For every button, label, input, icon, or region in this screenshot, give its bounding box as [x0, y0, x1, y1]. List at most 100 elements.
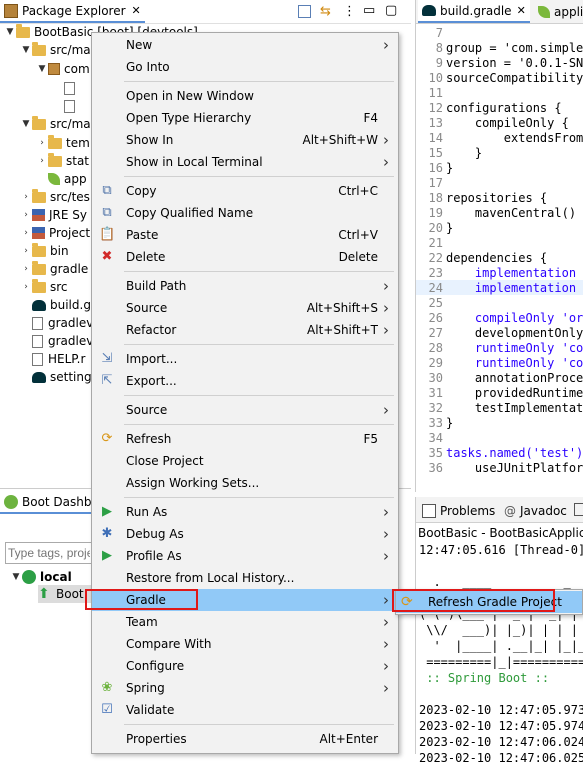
tree-item[interactable]: setting: [20, 368, 92, 386]
chevron-right-icon[interactable]: ›: [20, 228, 32, 238]
menu-item-new[interactable]: New ›: [92, 34, 398, 56]
folder-icon: [48, 152, 62, 167]
chevron-down-icon[interactable]: ▼: [10, 572, 22, 582]
tree-item[interactable]: HELP.r: [20, 350, 85, 368]
chevron-right-icon[interactable]: ›: [36, 156, 48, 166]
chevron-right-icon[interactable]: ›: [20, 192, 32, 202]
collapse-all-icon[interactable]: [298, 5, 311, 18]
tree-item[interactable]: [52, 97, 80, 115]
tab-package-explorer-label: Package Explorer: [22, 3, 126, 18]
link-editor-icon[interactable]: ⇆: [320, 4, 334, 19]
menu-item-close-project[interactable]: Close Project: [92, 450, 398, 472]
chevron-right-icon[interactable]: ›: [20, 282, 32, 292]
close-icon[interactable]: ✕: [132, 4, 141, 17]
tree-item[interactable]: gradlev: [20, 332, 93, 350]
menu-item-shortcut: Delete: [338, 250, 378, 264]
declaration-icon[interactable]: [574, 503, 583, 516]
menu-item-configure[interactable]: Configure ›: [92, 655, 398, 677]
tree-item-label: src/tes: [50, 190, 90, 204]
menu-item-refresh[interactable]: ⟳ Refresh F5: [92, 428, 398, 450]
tree-item[interactable]: › src: [20, 278, 68, 296]
tree-item[interactable]: ▼ src/ma: [20, 115, 91, 133]
view-menu-icon[interactable]: ⋮: [343, 4, 356, 19]
menu-item-shortcut: F4: [363, 111, 378, 125]
line-number: 33: [428, 416, 443, 430]
chevron-right-icon[interactable]: ›: [20, 210, 32, 220]
menu-item-export[interactable]: ⇱ Export...: [92, 370, 398, 392]
chevron-down-icon[interactable]: ▼: [4, 27, 16, 37]
chevron-down-icon[interactable]: ▼: [20, 45, 32, 55]
menu-item-refactor[interactable]: Refactor Alt+Shift+T ›: [92, 319, 398, 341]
tree-item[interactable]: app: [36, 170, 87, 188]
menu-item-team[interactable]: Team ›: [92, 611, 398, 633]
chevron-right-icon[interactable]: ›: [20, 246, 32, 256]
menu-item-show-in[interactable]: Show In Alt+Shift+W ›: [92, 129, 398, 151]
line-number: 22: [428, 251, 443, 265]
menu-item-run-as[interactable]: ▶ Run As ›: [92, 501, 398, 523]
menu-item-source[interactable]: Source Alt+Shift+S ›: [92, 297, 398, 319]
minimize-icon[interactable]: ▭: [363, 3, 375, 18]
tab-application[interactable]: applic: [534, 0, 583, 23]
tree-item[interactable]: build.g: [20, 296, 91, 314]
menu-item-import[interactable]: ⇲ Import...: [92, 348, 398, 370]
tab-problems[interactable]: Problems: [418, 499, 499, 522]
menu-item-delete[interactable]: ✖ Delete Delete: [92, 246, 398, 268]
tab-javadoc[interactable]: @ Javadoc: [500, 499, 571, 522]
menu-item-debug-as[interactable]: ✱ Debug As ›: [92, 523, 398, 545]
tree-item[interactable]: › Project: [20, 224, 90, 242]
maximize-icon[interactable]: ▢: [385, 3, 397, 18]
tab-boot-dashboard[interactable]: Boot Dashb: [0, 491, 96, 514]
tree-item-label: JRE Sy: [49, 208, 87, 222]
menu-separator: [124, 176, 394, 177]
menu-item-open-type-hierarchy[interactable]: Open Type Hierarchy F4: [92, 107, 398, 129]
menu-item-show-in-local-terminal[interactable]: Show in Local Terminal ›: [92, 151, 398, 173]
menu-item-open-in-new-window[interactable]: Open in New Window: [92, 85, 398, 107]
tree-item[interactable]: › gradle: [20, 260, 88, 278]
tab-build-gradle[interactable]: build.gradle ✕: [418, 0, 530, 23]
line-number: 23: [428, 266, 443, 280]
menu-item-assign-working-sets[interactable]: Assign Working Sets...: [92, 472, 398, 494]
menu-item-copy-qualified-name[interactable]: ⧉ Copy Qualified Name: [92, 202, 398, 224]
submenu-arrow-icon: ›: [383, 503, 389, 521]
tab-problems-label: Problems: [440, 503, 496, 518]
line-number: 34: [428, 431, 443, 445]
menu-item-source[interactable]: Source ›: [92, 399, 398, 421]
tab-package-explorer[interactable]: Package Explorer ✕: [0, 0, 145, 23]
tree-item[interactable]: › bin: [20, 242, 69, 260]
menu-item-copy[interactable]: ⧉ Copy Ctrl+C: [92, 180, 398, 202]
menu-item-validate[interactable]: ☑ Validate: [92, 699, 398, 721]
menu-item-compare-with[interactable]: Compare With ›: [92, 633, 398, 655]
boot-filter-input[interactable]: [5, 542, 93, 564]
boot-local-node[interactable]: ▼ local: [10, 568, 72, 586]
line-number: 7: [435, 26, 443, 40]
console-line: 2023-02-10 12:47:06.025: [419, 751, 583, 765]
code-line: extendsFrom: [446, 131, 583, 145]
library-icon: [32, 209, 45, 221]
close-icon[interactable]: ✕: [517, 4, 526, 17]
tree-item[interactable]: › tem: [36, 134, 90, 152]
tree-item-label: bin: [50, 244, 69, 258]
tree-item[interactable]: › JRE Sy: [20, 206, 87, 224]
chevron-right-icon[interactable]: ›: [36, 138, 48, 148]
menu-item-profile-as[interactable]: ▶ Profile As ›: [92, 545, 398, 567]
menu-item-paste[interactable]: 📋 Paste Ctrl+V: [92, 224, 398, 246]
tree-item[interactable]: ▼ src/ma: [20, 41, 91, 59]
tree-item[interactable]: ▼ com: [36, 60, 90, 78]
menu-item-label: Configure: [126, 659, 185, 673]
menu-item-spring[interactable]: ❀ Spring ›: [92, 677, 398, 699]
folder-icon: [48, 134, 62, 149]
tree-item[interactable]: [52, 79, 80, 97]
chevron-right-icon[interactable]: ›: [20, 264, 32, 274]
chevron-down-icon[interactable]: ▼: [20, 119, 32, 129]
menu-item-restore-from-local-history[interactable]: Restore from Local History...: [92, 567, 398, 589]
tree-item[interactable]: gradlev: [20, 314, 93, 332]
menu-item-build-path[interactable]: Build Path ›: [92, 275, 398, 297]
code-line: providedRuntime: [446, 386, 583, 400]
refresh-gradle-highlight-box: [392, 589, 555, 612]
menu-item-properties[interactable]: Properties Alt+Enter: [92, 728, 398, 750]
tree-item[interactable]: › src/tes: [20, 188, 90, 206]
chevron-down-icon[interactable]: ▼: [36, 64, 48, 74]
tree-item[interactable]: › stat: [36, 152, 89, 170]
menu-item-go-into[interactable]: Go Into: [92, 56, 398, 78]
file-icon: [64, 99, 75, 113]
